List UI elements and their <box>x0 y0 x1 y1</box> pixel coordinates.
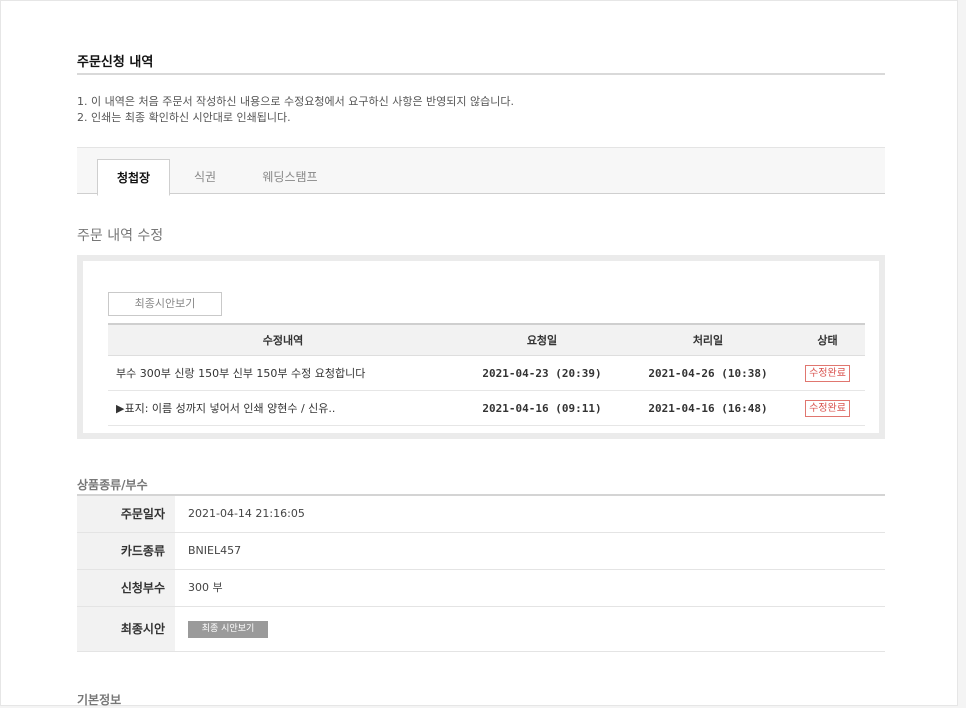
notice-line-1: 1. 이 내역은 처음 주문서 작성하신 내용으로 수정요청에서 요구하신 사항… <box>77 95 515 108</box>
final-proof-row: 최종시안 최종 시안보기 <box>77 607 885 652</box>
product-info: 주문일자 2021-04-14 21:16:05 카드종류 BNIEL457 신… <box>77 496 885 652</box>
order-date-label: 주문일자 <box>77 496 175 532</box>
request-date: 2021-04-23 (20:39) <box>458 355 626 391</box>
column-header-edit: 수정내역 <box>108 323 458 356</box>
status-badge: 수정완료 <box>805 399 850 417</box>
card-type-row: 카드종류 BNIEL457 <box>77 533 885 570</box>
final-preview-button[interactable]: 최종시안보기 <box>108 292 222 316</box>
column-header-processed: 처리일 <box>626 323 790 356</box>
order-title: 주문신청 내역 <box>77 55 154 70</box>
notice-list: 1. 이 내역은 처음 주문서 작성하신 내용으로 수정요청에서 요구하신 사항… <box>77 94 514 126</box>
column-header-requested: 요청일 <box>458 323 626 356</box>
quantity-value: 300 부 <box>188 581 223 594</box>
quantity-label: 신청부수 <box>77 570 175 606</box>
order-date-row: 주문일자 2021-04-14 21:16:05 <box>77 496 885 533</box>
final-proof-label: 최종시안 <box>77 607 175 651</box>
card-type-label: 카드종류 <box>77 533 175 569</box>
card-type-value: BNIEL457 <box>188 544 242 557</box>
title-divider <box>77 73 885 75</box>
final-proof-button[interactable]: 최종 시안보기 <box>188 621 268 638</box>
tab-meal-ticket[interactable]: 식권 <box>181 159 229 196</box>
edit-history-table: 수정내역 요청일 처리일 상태 부수 300부 신랑 150부 신부 150부 … <box>108 323 865 426</box>
processed-date: 2021-04-26 (10:38) <box>626 355 790 391</box>
status-cell: 수정완료 <box>790 390 865 426</box>
edit-description: 부수 300부 신랑 150부 신부 150부 수정 요청합니다 <box>108 355 458 391</box>
product-heading: 상품종류/부수 <box>77 478 148 492</box>
tab-wedding-stamp[interactable]: 웨딩스탬프 <box>247 159 333 196</box>
edit-history-box: 최종시안보기 수정내역 요청일 처리일 상태 부수 300부 신랑 150부 신… <box>77 255 885 439</box>
basic-info-heading: 기본정보 <box>77 693 122 707</box>
product-tabs: 청첩장 식권 웨딩스탬프 <box>77 147 885 196</box>
edit-history-inner: 최종시안보기 수정내역 요청일 처리일 상태 부수 300부 신랑 150부 신… <box>83 261 879 433</box>
edit-description: ▶표지: 이름 성까지 넣어서 인쇄 양현수 / 신유.. <box>108 390 458 426</box>
processed-date: 2021-04-16 (16:48) <box>626 390 790 426</box>
order-date-value: 2021-04-14 21:16:05 <box>188 507 305 520</box>
page: 주문신청 내역 1. 이 내역은 처음 주문서 작성하신 내용으로 수정요청에서… <box>0 0 958 707</box>
tab-invitation[interactable]: 청첩장 <box>97 159 170 196</box>
status-badge: 수정완료 <box>805 364 850 382</box>
table-row[interactable]: ▶표지: 이름 성까지 넣어서 인쇄 양현수 / 신유.. 2021-04-16… <box>108 390 865 426</box>
request-date: 2021-04-16 (09:11) <box>458 390 626 426</box>
quantity-row: 신청부수 300 부 <box>77 570 885 607</box>
status-cell: 수정완료 <box>790 355 865 391</box>
table-header-row: 수정내역 요청일 처리일 상태 <box>108 323 865 356</box>
notice-line-2: 2. 인쇄는 최종 확인하신 시안대로 인쇄됩니다. <box>77 111 291 124</box>
edit-section-heading: 주문 내역 수정 <box>77 228 164 244</box>
column-header-status: 상태 <box>790 323 865 356</box>
table-row[interactable]: 부수 300부 신랑 150부 신부 150부 수정 요청합니다 2021-04… <box>108 355 865 391</box>
